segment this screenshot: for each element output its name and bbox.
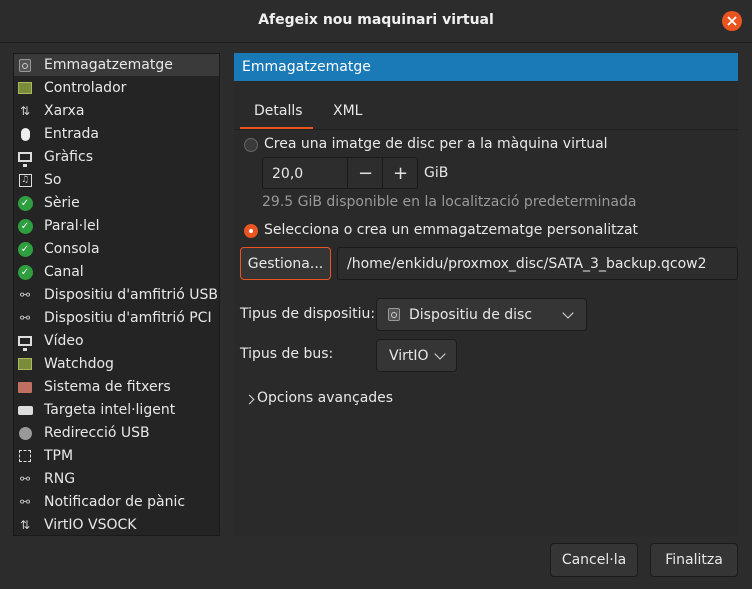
sidebar-item-label: Entrada [44, 126, 100, 142]
sidebar-item-label: Notificador de pànic [44, 494, 186, 510]
tab-xml[interactable]: XML [333, 103, 362, 119]
controller-chip-icon [17, 80, 33, 96]
page-title: Emmagatzematge [234, 53, 738, 81]
sidebar-item-label: Sistema de fitxers [44, 379, 171, 395]
sidebar-item-rng[interactable]: ⚯ RNG [14, 468, 219, 490]
check-icon: ✓ [17, 264, 33, 280]
host-device-icon: ⚯ [19, 495, 31, 509]
sidebar-item-label: RNG [44, 471, 76, 487]
sidebar-item-label: Emmagatzematge [44, 57, 173, 73]
sidebar-item-label: Gràfics [44, 149, 93, 165]
sidebar-item-label: Dispositiu d'amfitrió PCI [44, 310, 212, 326]
storage-path-input[interactable]: /home/enkidu/proxmox_disc/SATA_3_backup.… [337, 247, 738, 280]
sidebar-item-parallel[interactable]: ✓ Paral·lel [14, 215, 219, 237]
tpm-icon [17, 448, 33, 464]
disk-size-spinner[interactable]: 20,0 − + [262, 157, 418, 189]
sidebar-item-label: Consola [44, 241, 100, 257]
available-space: 29.5 GiB disponible en la localització p… [262, 194, 637, 210]
cancel-button[interactable]: Cancel·la [550, 543, 638, 577]
sound-icon: ♫ [17, 172, 33, 188]
sidebar-item-label: TPM [44, 448, 74, 464]
hard-disk-icon [17, 57, 33, 73]
sidebar-item-label: Watchdog [44, 356, 114, 372]
hardware-list: Emmagatzematge Controlador ⇅ Xarxa Entra… [13, 53, 220, 536]
folder-icon [17, 379, 33, 395]
smartcard-icon [17, 402, 33, 418]
storage-path-value: /home/enkidu/proxmox_disc/SATA_3_backup.… [347, 256, 707, 272]
sidebar-item-label: Vídeo [44, 333, 84, 349]
disk-size-value[interactable]: 20,0 [272, 166, 303, 182]
bus-type-label: Tipus de bus: [240, 346, 334, 362]
check-icon: ✓ [17, 195, 33, 211]
sidebar-item-storage[interactable]: Emmagatzematge [14, 54, 219, 76]
sidebar-item-channel[interactable]: ✓ Canal [14, 261, 219, 283]
device-type-label: Tipus de dispositiu: [240, 306, 376, 322]
tab-divider [234, 129, 738, 130]
sidebar-item-label: Sèrie [44, 195, 80, 211]
device-type-combo[interactable]: Dispositiu de disc [376, 298, 587, 331]
sidebar-item-watchdog[interactable]: Watchdog [14, 353, 219, 375]
mouse-icon [17, 126, 33, 142]
bus-type-value: VirtIO [389, 348, 429, 364]
sidebar-item-smartcard[interactable]: Targeta intel·ligent [14, 399, 219, 421]
sidebar-item-panic[interactable]: ⚯ Notificador de pànic [14, 491, 219, 513]
create-disk-radio[interactable] [244, 138, 258, 152]
usb-icon [17, 425, 33, 441]
sidebar-item-graphics[interactable]: Gràfics [14, 146, 219, 168]
monitor-icon [17, 333, 33, 351]
tab-active-indicator [240, 127, 313, 129]
title-bar: Afegeix nou maquinari virtual [0, 0, 752, 43]
create-disk-label: Crea una imatge de disc per a la màquina… [264, 136, 608, 152]
sidebar-item-input[interactable]: Entrada [14, 123, 219, 145]
host-device-icon: ⚯ [19, 472, 31, 486]
network-icon: ⇅ [19, 104, 31, 118]
sidebar-item-sound[interactable]: ♫ So [14, 169, 219, 191]
chevron-down-icon [434, 348, 446, 360]
sidebar-item-serial[interactable]: ✓ Sèrie [14, 192, 219, 214]
sidebar-item-label: Canal [44, 264, 84, 280]
window-title: Afegeix nou maquinari virtual [258, 12, 494, 28]
chevron-down-icon [562, 307, 574, 319]
sidebar-item-label: Redirecció USB [44, 425, 150, 441]
sidebar-item-label: Targeta intel·ligent [44, 402, 176, 418]
close-button[interactable] [722, 11, 742, 31]
advanced-options-expander[interactable]: Opcions avançades [257, 390, 393, 406]
network-icon: ⇅ [19, 518, 31, 532]
check-icon: ✓ [17, 218, 33, 234]
watchdog-chip-icon [17, 356, 33, 372]
tab-details[interactable]: Detalls [254, 103, 303, 119]
sidebar-item-tpm[interactable]: TPM [14, 445, 219, 467]
host-device-icon: ⚯ [19, 311, 31, 325]
increase-button[interactable]: + [382, 158, 418, 188]
size-unit: GiB [424, 165, 449, 181]
decrease-button[interactable]: − [347, 158, 383, 188]
bus-type-combo[interactable]: VirtIO [376, 339, 457, 372]
sidebar-item-filesystem[interactable]: Sistema de fitxers [14, 376, 219, 398]
sidebar-item-controller[interactable]: Controlador [14, 77, 219, 99]
manage-button[interactable]: Gestiona... [240, 247, 331, 280]
sidebar-item-label: Xarxa [44, 103, 85, 119]
sidebar-item-label: Paral·lel [44, 218, 100, 234]
custom-storage-radio[interactable] [244, 224, 258, 238]
sidebar-item-video[interactable]: Vídeo [14, 330, 219, 352]
sidebar-item-network[interactable]: ⇅ Xarxa [14, 100, 219, 122]
sidebar-item-usb-host[interactable]: ⚯ Dispositiu d'amfitrió USB [14, 284, 219, 306]
monitor-icon [17, 149, 33, 167]
close-icon [727, 16, 737, 26]
custom-storage-label: Selecciona o crea un emmagatzematge pers… [264, 222, 639, 238]
sidebar-item-usb-redirect[interactable]: Redirecció USB [14, 422, 219, 444]
sidebar-item-label: So [44, 172, 62, 188]
check-icon: ✓ [17, 241, 33, 257]
sidebar-item-pci-host[interactable]: ⚯ Dispositiu d'amfitrió PCI [14, 307, 219, 329]
sidebar-item-label: VirtIO VSOCK [44, 517, 137, 533]
sidebar-item-console[interactable]: ✓ Consola [14, 238, 219, 260]
sidebar-item-label: Controlador [44, 80, 127, 96]
host-device-icon: ⚯ [19, 288, 31, 302]
sidebar-item-label: Dispositiu d'amfitrió USB [44, 287, 218, 303]
device-type-value: Dispositiu de disc [409, 307, 533, 323]
hard-disk-icon [388, 308, 400, 321]
sidebar-item-vsock[interactable]: ⇅ VirtIO VSOCK [14, 514, 219, 536]
finish-button[interactable]: Finalitza [650, 543, 738, 577]
